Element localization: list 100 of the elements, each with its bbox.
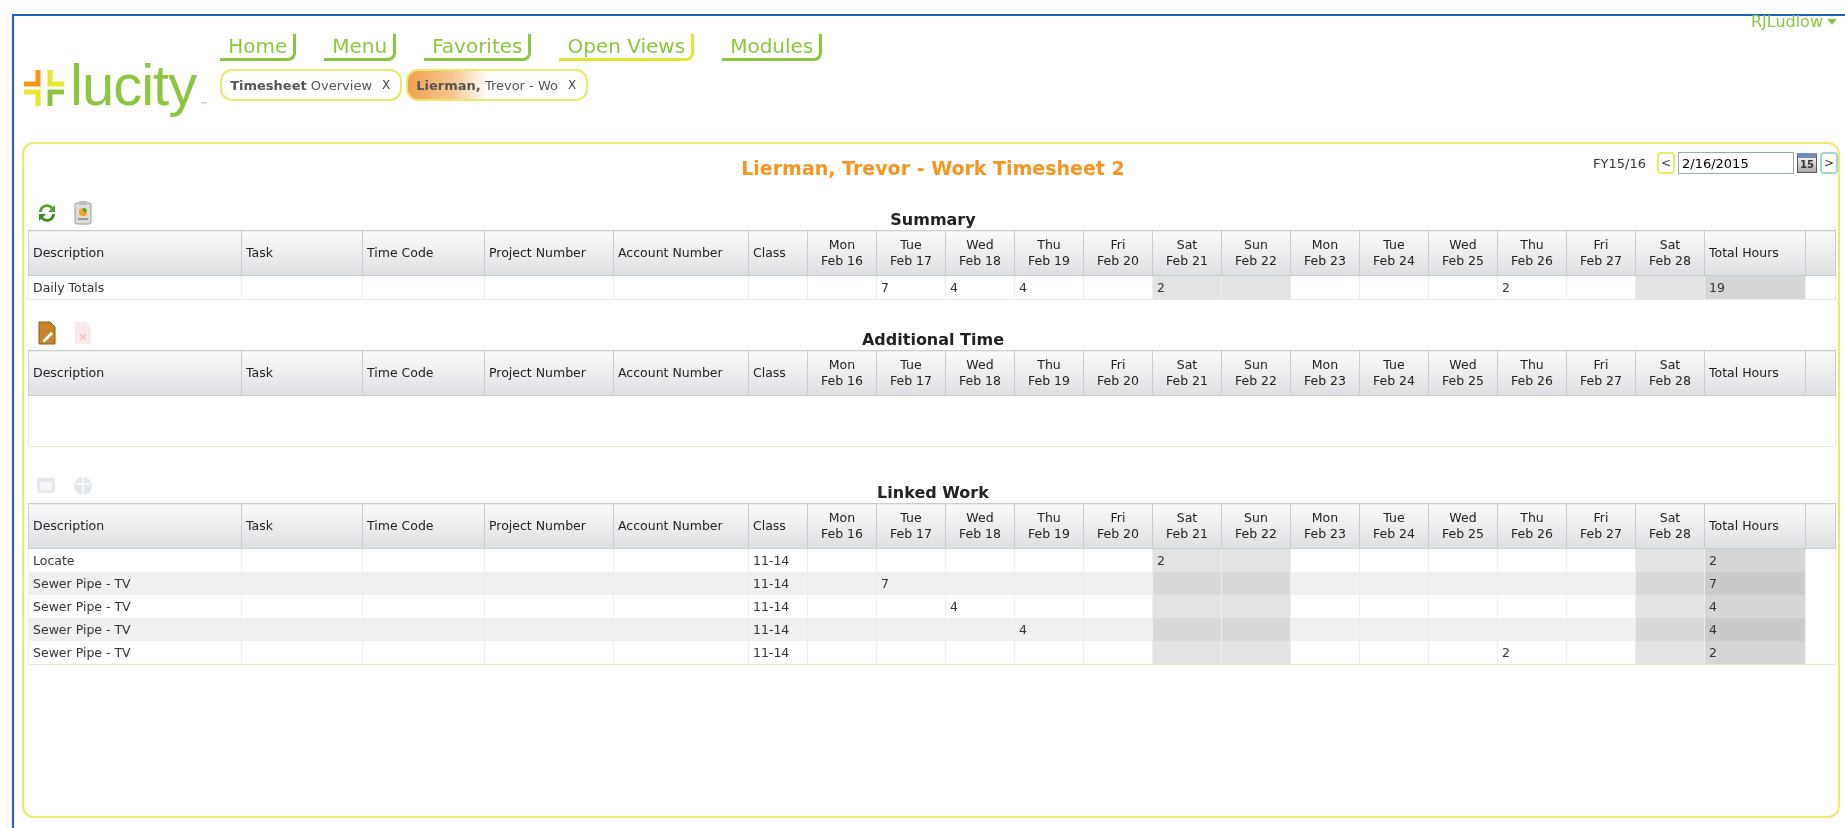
table-cell: 4 [1704, 618, 1806, 641]
table-cell: Locate [28, 548, 242, 572]
column-header: Thu Feb 19 [1014, 503, 1084, 549]
column-header: Project Number [484, 230, 614, 276]
table-cell [1083, 595, 1153, 618]
column-header: Sat Feb 21 [1152, 503, 1222, 549]
table-cell [1497, 595, 1567, 618]
page-title: Lierman, Trevor - Work Timesheet 2 [741, 157, 1125, 179]
column-header: Tue Feb 17 [876, 350, 946, 396]
table-cell: Daily Totals [28, 275, 242, 300]
column-header: Task [241, 503, 363, 549]
close-tab-button[interactable]: X [567, 78, 577, 92]
table-cell: 4 [1014, 618, 1084, 641]
column-header [1805, 503, 1836, 549]
column-header: Sun Feb 22 [1221, 230, 1291, 276]
column-header: Mon Feb 16 [807, 503, 877, 549]
table-cell [807, 572, 877, 595]
column-header [1805, 350, 1836, 396]
table-cell: 7 [876, 572, 946, 595]
table-cell: Sewer Pipe - TV [28, 641, 242, 665]
table-cell [1014, 572, 1084, 595]
column-header: Time Code [362, 230, 485, 276]
open-tab[interactable]: Timesheet Overview X [220, 69, 403, 101]
column-header: Sat Feb 28 [1635, 503, 1705, 549]
column-header: Account Number [613, 230, 749, 276]
column-header: Thu Feb 19 [1014, 350, 1084, 396]
column-header: Wed Feb 18 [945, 503, 1015, 549]
column-header: Total Hours [1704, 503, 1806, 549]
table-cell [1359, 618, 1429, 641]
column-header: Wed Feb 25 [1428, 503, 1498, 549]
table-cell [1497, 618, 1567, 641]
table-cell: 4 [945, 595, 1015, 618]
table-cell: 11-14 [748, 572, 808, 595]
column-header: Wed Feb 18 [945, 230, 1015, 276]
column-header: Sun Feb 22 [1221, 503, 1291, 549]
table-cell: 2 [1152, 548, 1222, 572]
column-header: Thu Feb 19 [1014, 230, 1084, 276]
table-cell [1566, 618, 1636, 641]
tab-label[interactable]: Timesheet Overview [230, 77, 373, 93]
table-cell: 4 [1704, 595, 1806, 618]
table-cell [1635, 572, 1705, 595]
section-title: Additional Time [861, 330, 1005, 350]
table-cell [876, 618, 946, 641]
column-header: Tue Feb 17 [876, 503, 946, 549]
next-button[interactable]: > [1820, 152, 1838, 174]
date-field[interactable]: 2/16/2015 [1678, 152, 1794, 174]
column-header: Fri Feb 20 [1083, 350, 1153, 396]
column-header: Class [748, 230, 808, 276]
trademark: ™ [200, 100, 209, 110]
table-cell [1014, 595, 1084, 618]
column-header: Description [28, 503, 242, 549]
table-cell [876, 595, 946, 618]
table-cell: Sewer Pipe - TV [28, 618, 242, 641]
table-cell [1083, 572, 1153, 595]
table-cell: 2 [1497, 275, 1567, 300]
column-header: Mon Feb 16 [807, 230, 877, 276]
section-title: Linked Work [877, 483, 989, 503]
column-header: Class [748, 350, 808, 396]
column-header: Mon Feb 23 [1290, 503, 1360, 549]
table-cell [1221, 572, 1291, 595]
column-header: Task [241, 350, 363, 396]
table-cell [1359, 572, 1429, 595]
column-header: Wed Feb 25 [1428, 230, 1498, 276]
column-header: Time Code [362, 503, 485, 549]
column-header: Sat Feb 28 [1635, 230, 1705, 276]
column-header: Wed Feb 18 [945, 350, 1015, 396]
column-header: Class [748, 503, 808, 549]
table-cell [945, 618, 1015, 641]
table-cell: 2 [1704, 641, 1806, 665]
column-header: Tue Feb 24 [1359, 503, 1429, 549]
column-header: Total Hours [1704, 230, 1806, 276]
column-header: Sat Feb 21 [1152, 350, 1222, 396]
column-header: Tue Feb 24 [1359, 230, 1429, 276]
logo-text: lucity [70, 51, 197, 119]
calendar-button[interactable]: 15 [1797, 153, 1817, 173]
table-cell [1083, 618, 1153, 641]
table-cell: Sewer Pipe - TV [28, 572, 242, 595]
table-cell: 11-14 [748, 548, 808, 572]
caret-icon[interactable] [1827, 18, 1837, 25]
table-cell: 11-14 [748, 618, 808, 641]
close-tab-button[interactable]: X [382, 78, 391, 92]
table-cell: 4 [1014, 275, 1084, 300]
column-header: Tue Feb 17 [876, 230, 946, 276]
previous-button[interactable]: < [1657, 152, 1675, 174]
column-header: Total Hours [1704, 350, 1806, 396]
column-header: Wed Feb 25 [1428, 350, 1498, 396]
table-cell [1290, 595, 1360, 618]
table-cell: 19 [1704, 275, 1806, 300]
table-cell [1359, 595, 1429, 618]
column-header: Description [28, 350, 242, 396]
table-cell [1152, 595, 1222, 618]
table-cell: 2 [1152, 275, 1222, 300]
table-cell [1221, 618, 1291, 641]
table-cell [1566, 595, 1636, 618]
column-header: Thu Feb 26 [1497, 230, 1567, 276]
table-cell [1152, 572, 1222, 595]
column-header: Task [241, 230, 363, 276]
table-cell [1635, 595, 1705, 618]
column-header: Account Number [613, 350, 749, 396]
column-header: Thu Feb 26 [1497, 503, 1567, 549]
